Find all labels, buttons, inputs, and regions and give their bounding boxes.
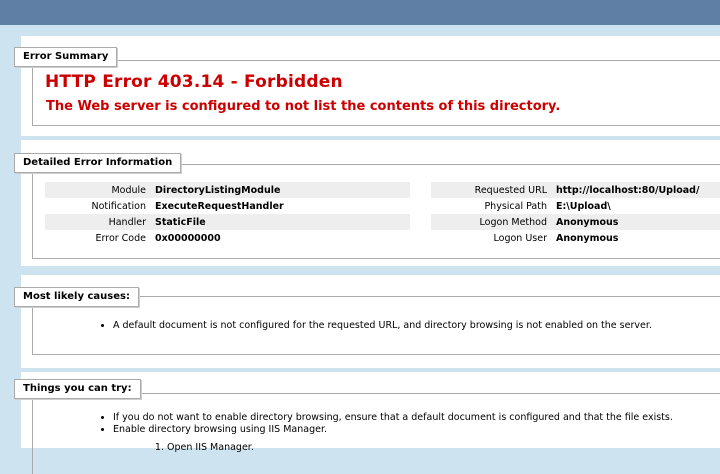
- causes-legend: Most likely causes:: [14, 287, 139, 307]
- detail-key: Logon User: [493, 232, 547, 244]
- table-row: Logon User Anonymous: [431, 230, 720, 246]
- detail-value: Anonymous: [556, 232, 619, 244]
- detail-key: Module: [45, 182, 151, 198]
- table-row: Handler StaticFile: [45, 214, 410, 230]
- list-item: Enable directory browsing using IIS Mana…: [113, 424, 673, 436]
- error-subtitle: The Web server is configured to not list…: [46, 99, 561, 114]
- table-row: Requested URL http://localhost:80/Upload…: [431, 182, 720, 198]
- detail-value: ExecuteRequestHandler: [155, 200, 284, 212]
- actions-list: If you do not want to enable directory b…: [92, 412, 673, 436]
- table-row: Logon Method Anonymous: [431, 214, 720, 230]
- detail-value: http://localhost:80/Upload/: [552, 182, 720, 198]
- detail-value: StaticFile: [151, 214, 410, 230]
- detail-value: Anonymous: [552, 214, 720, 230]
- table-row: Physical Path E:\Upload\: [431, 198, 720, 214]
- table-row: Error Code 0x00000000: [45, 230, 410, 246]
- detail-table-left: Module DirectoryListingModule Notificati…: [45, 182, 410, 246]
- detail-key: Logon Method: [431, 214, 552, 230]
- detail-table-right: Requested URL http://localhost:80/Upload…: [431, 182, 720, 246]
- error-title: HTTP Error 403.14 - Forbidden: [45, 72, 343, 92]
- actions-steps: Open IIS Manager.: [142, 442, 254, 454]
- detail-key: Notification: [91, 200, 146, 212]
- detail-value: 0x00000000: [155, 232, 221, 244]
- table-row: Notification ExecuteRequestHandler: [45, 198, 410, 214]
- detail-key: Physical Path: [484, 200, 547, 212]
- actions-legend: Things you can try:: [14, 379, 141, 399]
- table-row: Module DirectoryListingModule: [45, 182, 410, 198]
- list-item: Open IIS Manager.: [167, 442, 254, 454]
- error-summary-frame: [32, 60, 720, 126]
- error-summary-legend: Error Summary: [14, 47, 118, 67]
- detail-value: DirectoryListingModule: [151, 182, 410, 198]
- list-item: If you do not want to enable directory b…: [113, 412, 673, 424]
- list-item: A default document is not configured for…: [113, 320, 652, 332]
- detail-key: Requested URL: [431, 182, 552, 198]
- detailed-error-legend: Detailed Error Information: [14, 153, 182, 173]
- causes-list: A default document is not configured for…: [92, 320, 652, 332]
- header-bar: [0, 0, 720, 25]
- detail-key: Handler: [45, 214, 151, 230]
- detail-value: E:\Upload\: [556, 200, 611, 212]
- detail-key: Error Code: [95, 232, 147, 244]
